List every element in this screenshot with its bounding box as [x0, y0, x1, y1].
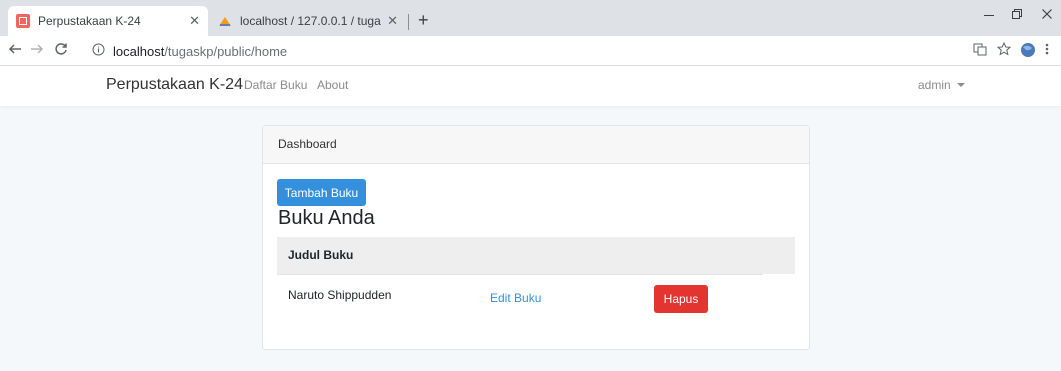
- tab-title: Perpustakaan K-24: [38, 14, 141, 28]
- dashboard-card: Dashboard Tambah Buku Buku Anda Judul Bu…: [262, 125, 810, 350]
- profile-avatar-icon[interactable]: [1020, 42, 1036, 61]
- phpmyadmin-favicon-icon: [218, 14, 232, 28]
- laravel-favicon-icon: [16, 14, 30, 28]
- nav-link-daftar-buku[interactable]: Daftar Buku: [244, 78, 307, 92]
- site-info-icon[interactable]: [92, 43, 105, 59]
- url-field[interactable]: localhost/tugaskp/public/home: [92, 40, 912, 62]
- close-window-icon[interactable]: [1041, 6, 1053, 23]
- translate-icon[interactable]: [973, 42, 987, 59]
- close-tab-icon[interactable]: ✕: [189, 13, 200, 29]
- browser-menu-icon[interactable]: [1045, 42, 1049, 59]
- browser-tab-bar: Perpustakaan K-24 ✕ localhost / 127.0.0.…: [0, 0, 1061, 36]
- restore-icon[interactable]: [1011, 6, 1023, 23]
- user-dropdown[interactable]: admin: [918, 78, 965, 92]
- delete-book-button[interactable]: Hapus: [654, 285, 708, 313]
- close-tab-icon[interactable]: ✕: [387, 13, 398, 29]
- book-title-cell: Naruto Shippudden: [288, 288, 392, 302]
- user-name: admin: [918, 78, 951, 92]
- browser-address-bar: localhost/tugaskp/public/home: [0, 36, 1061, 66]
- tab-separator: [408, 14, 409, 30]
- tab-title: localhost / 127.0.0.1 / tugaskp /: [240, 14, 381, 28]
- navbar-brand[interactable]: Perpustakaan K-24: [106, 76, 243, 94]
- forward-icon[interactable]: [30, 42, 44, 60]
- browser-tab-phpmyadmin[interactable]: localhost / 127.0.0.1 / tugaskp / ✕: [210, 6, 406, 36]
- reload-icon[interactable]: [54, 42, 68, 60]
- app-navbar: Perpustakaan K-24 Daftar Buku About admi…: [0, 66, 1061, 106]
- browser-tab-active[interactable]: Perpustakaan K-24 ✕: [8, 6, 208, 36]
- caret-down-icon: [956, 83, 965, 87]
- url-host: localhost: [113, 43, 165, 59]
- table-header-title: Judul Buku: [277, 237, 795, 274]
- bookmark-star-icon[interactable]: [996, 41, 1012, 59]
- minimize-icon[interactable]: [983, 6, 995, 23]
- url-path: /tugaskp/public/home: [164, 43, 288, 59]
- edit-book-link[interactable]: Edit Buku: [490, 291, 541, 305]
- table-row-divider: [277, 274, 763, 275]
- add-book-button[interactable]: Tambah Buku: [277, 179, 366, 206]
- nav-link-about[interactable]: About: [317, 78, 348, 92]
- back-icon[interactable]: [8, 42, 22, 60]
- card-header: Dashboard: [263, 126, 809, 164]
- section-title: Buku Anda: [278, 207, 375, 229]
- new-tab-button[interactable]: +: [418, 10, 429, 31]
